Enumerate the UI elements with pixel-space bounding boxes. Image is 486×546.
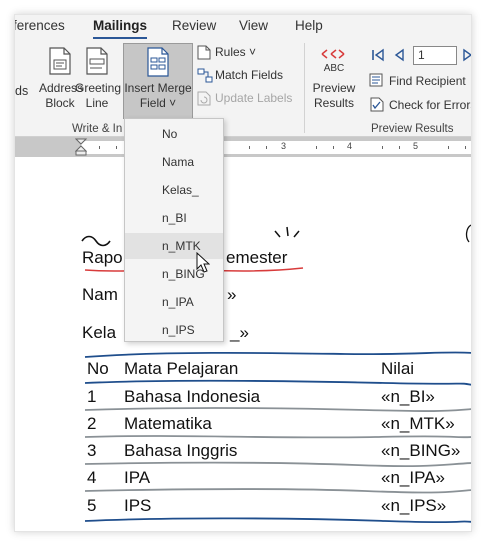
find-recipient-label: Find Recipient [389, 74, 466, 88]
table-cell-merge-field: «n_IPA» [381, 468, 445, 487]
update-labels-button[interactable]: Update Labels [197, 89, 297, 109]
tab-view[interactable]: View [239, 18, 268, 33]
greeting-line-label-1: Greeting [75, 81, 122, 95]
table-cell-merge-field: «n_MTK» [381, 414, 455, 433]
table-cell-no: 5 [87, 496, 97, 515]
check-errors-icon [370, 97, 384, 112]
check-for-errors-button[interactable]: Check for Errors [369, 95, 472, 115]
group-label-write-insert: Write & In [72, 123, 123, 135]
doc-title-right: emester [226, 248, 288, 267]
table-cell-no: 4 [87, 468, 97, 487]
rules-button[interactable]: Rules ˅ [197, 43, 297, 63]
tab-help[interactable]: Help [295, 18, 323, 33]
next-record-icon[interactable] [462, 48, 472, 62]
ribbon-tabs: ferences Mailings Review View Help [15, 15, 471, 40]
table-cell-no: 3 [87, 441, 97, 460]
find-recipient-icon [369, 73, 383, 87]
previous-record-icon[interactable] [393, 48, 405, 62]
tab-references[interactable]: ferences [15, 18, 65, 33]
table-cell-subject: Matematika [124, 414, 212, 433]
rules-label: Rules ˅ [215, 45, 257, 59]
insert-merge-field-label-2: Field ˅ [139, 96, 177, 110]
abc-label: ABC [323, 63, 345, 74]
tab-review[interactable]: Review [172, 18, 216, 33]
merge-field-option[interactable]: Nama [125, 149, 223, 175]
rules-icon [197, 45, 211, 60]
greeting-line-button[interactable]: Greeting Line [75, 39, 122, 119]
indent-marker-icon[interactable] [75, 138, 87, 156]
doc-nama-left: Nam [82, 285, 118, 304]
tab-mailings[interactable]: Mailings [93, 18, 148, 40]
ribbon-separator [304, 43, 305, 133]
table-cell-subject: IPA [124, 468, 151, 487]
merge-field-option[interactable]: n_IPS [125, 317, 223, 343]
greeting-line-label-2: Line [85, 96, 109, 110]
document-page[interactable]: Rapo emester Nam » Kela _» No Mata Pelaj… [15, 157, 471, 531]
find-recipient-button[interactable]: Find Recipient [369, 71, 471, 91]
match-fields-button[interactable]: Match Fields [197, 66, 297, 86]
preview-results-label-1: Preview [312, 81, 356, 95]
check-errors-label: Check for Errors [389, 98, 472, 112]
table-cell-merge-field: «n_IPS» [381, 496, 447, 515]
table-cell-merge-field: «n_BI» [381, 387, 435, 406]
address-block-icon [49, 47, 71, 75]
update-labels-label: Update Labels [215, 91, 293, 105]
ribbon-left-fragment: ds [15, 84, 29, 98]
ribbon: ds Address Block Greeting Line Insert Me… [15, 39, 471, 137]
table-cell-subject: Bahasa Inggris [124, 441, 238, 460]
insert-merge-field-icon [147, 47, 169, 77]
table-header-mata-pelajaran: Mata Pelajaran [124, 359, 239, 378]
table-cell-subject: IPS [124, 496, 152, 515]
ruler-number: 5 [413, 141, 419, 151]
merge-field-option[interactable]: n_IPA [125, 289, 223, 315]
table-header-no: No [87, 359, 109, 378]
preview-results-icon [321, 49, 345, 59]
doc-kelas-right: _» [230, 323, 249, 342]
doc-nama-right: » [227, 285, 237, 304]
doc-title-left: Rapo [82, 248, 123, 267]
table-header-nilai: Nilai [381, 359, 415, 378]
ruler-number: 3 [281, 141, 287, 151]
merge-field-option[interactable]: n_BI [125, 205, 223, 231]
table-cell-merge-field: «n_BING» [381, 441, 461, 460]
merge-field-option[interactable]: Kelas_ [125, 177, 223, 203]
preview-results-label-2: Results [313, 96, 354, 110]
insert-merge-field-button[interactable]: Insert Merge Field ˅ [123, 43, 193, 119]
doc-kelas-left: Kela [82, 323, 117, 342]
merge-field-option[interactable]: No [125, 121, 223, 147]
mouse-cursor-icon [196, 252, 210, 273]
table-cell-no: 2 [87, 414, 97, 433]
insert-merge-field-label-1: Insert Merge [124, 81, 192, 95]
match-fields-label: Match Fields [215, 68, 284, 82]
word-window: ferences Mailings Review View Help ds Ad… [14, 14, 472, 532]
update-labels-icon [197, 91, 211, 106]
group-label-preview-results: Preview Results [371, 123, 454, 135]
table-cell-subject: Bahasa Indonesia [124, 387, 261, 406]
match-fields-icon [197, 68, 213, 83]
ruler-number: 4 [347, 141, 353, 151]
greeting-line-icon [86, 47, 108, 75]
preview-results-button[interactable]: ABC Preview Results [308, 39, 360, 119]
record-number-input[interactable]: 1 [413, 46, 457, 65]
merge-field-dropdown: No Nama Kelas_ n_BI n_MTK n_BING n_IPA n… [124, 118, 224, 342]
first-record-icon[interactable] [371, 48, 385, 62]
table-cell-no: 1 [87, 387, 97, 406]
horizontal-ruler[interactable]: 3 4 5 [15, 137, 471, 157]
